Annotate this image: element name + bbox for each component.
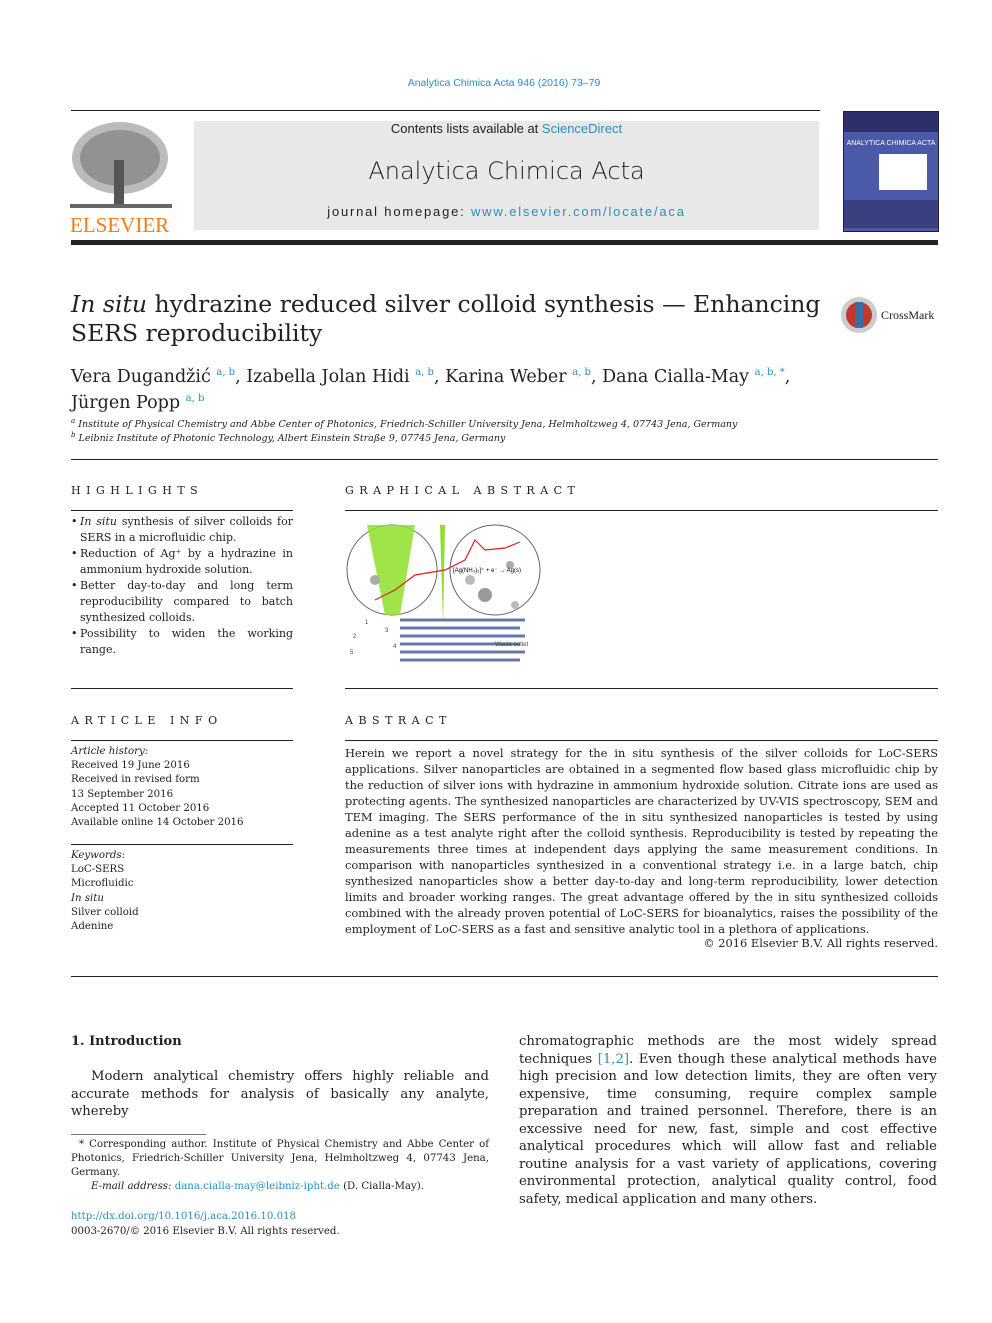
issn-copyright: 0003-2670/© 2016 Elsevier B.V. All right… (71, 1226, 340, 1237)
ga-waste-label: Waste outlet (495, 642, 528, 648)
journal-citation[interactable]: Analytica Chimica Acta 946 (2016) 73–79 (0, 77, 992, 89)
keywords: Keywords: LoC-SERS Microfluidic In situ Sil… (71, 850, 139, 933)
highlight-item: Better day-to-day and long term reproduc… (71, 578, 293, 626)
affiliation-a: a Institute of Physical Chemistry and Ab… (71, 417, 738, 431)
crossmark-badge[interactable]: CrossMark (840, 296, 934, 334)
highlights-list: In situ synthesis of silver colloids for… (71, 514, 293, 658)
doi-link[interactable]: http://dx.doi.org/10.1016/j.aca.2016.10.… (71, 1211, 296, 1222)
sciencedirect-link[interactable]: ScienceDirect (542, 121, 622, 136)
ga-inlet-label: 3 (385, 628, 389, 634)
abstract-text: Herein we report a novel strategy for th… (345, 746, 938, 936)
corresponding-author-note: * Corresponding author. Institute of Phy… (71, 1139, 489, 1178)
email-link[interactable]: dana.cialla-may@leibniz-ipht.de (175, 1181, 340, 1192)
highlight-item: Possibility to widen the working range. (71, 626, 293, 658)
intro-heading: 1. Introduction (71, 1034, 182, 1049)
abstract-copyright: © 2016 Elsevier B.V. All rights reserved… (703, 936, 938, 950)
highlight-item: Reduction of Ag⁺ by a hydrazine in ammon… (71, 546, 293, 578)
elsevier-logo[interactable]: ELSEVIER (70, 120, 172, 236)
article-info-heading: ARTICLE INFO (71, 714, 223, 727)
elsevier-tree-icon (70, 122, 172, 208)
journal-banner: Contents lists available at ScienceDirec… (194, 121, 819, 230)
highlights-heading: HIGHLIGHTS (71, 484, 204, 497)
article-title: In situ hydrazine reduced silver colloid… (71, 290, 821, 347)
abstract-heading: ABSTRACT (345, 714, 452, 727)
ga-equation: [Ag(NH₃)₂]⁺ + e⁻ → Ag(s) (453, 567, 521, 574)
email-note: E-mail address: dana.cialla-may@leibniz-… (91, 1181, 424, 1192)
crossmark-icon (841, 297, 877, 333)
ga-inlet-label: 5 (350, 650, 354, 656)
homepage-link[interactable]: www.elsevier.com/locate/aca (471, 204, 686, 219)
citation-link[interactable]: [1,2] (598, 1052, 629, 1067)
author-list: Vera Dugandžić a, b, Izabella Jolan Hidi… (71, 366, 791, 413)
affiliation-b: b Leibniz Institute of Photonic Technolo… (71, 431, 506, 445)
intro-column-2: chromatographic methods are the most wid… (519, 1034, 937, 1207)
graphical-abstract-heading: GRAPHICAL ABSTRACT (345, 484, 581, 497)
article-history: Article history: Received 19 June 2016 Re… (71, 746, 244, 829)
journal-cover[interactable]: ANALYTICA CHIMICA ACTA (843, 111, 939, 232)
ga-inlet-label: 1 (365, 620, 369, 626)
ga-inlet-label: 4 (393, 644, 397, 650)
ga-inlet-label: 2 (353, 634, 357, 640)
paper-page: Analytica Chimica Acta 946 (2016) 73–79 … (0, 0, 992, 1323)
highlight-item: In situ synthesis of silver colloids for… (71, 514, 293, 546)
intro-paragraph: Modern analytical chemistry offers highl… (71, 1069, 489, 1119)
cover-title: ANALYTICA CHIMICA ACTA (846, 140, 936, 147)
contents-label: Contents lists available at (390, 121, 542, 136)
homepage-label: journal homepage: (327, 204, 471, 219)
journal-name: Analytica Chimica Acta (368, 157, 645, 185)
elsevier-wordmark: ELSEVIER (70, 213, 170, 237)
graphical-abstract-figure: [Ag(NH₃)₂]⁺ + e⁻ → Ag(s) 1 2 3 4 5 Waste… (346, 524, 541, 662)
